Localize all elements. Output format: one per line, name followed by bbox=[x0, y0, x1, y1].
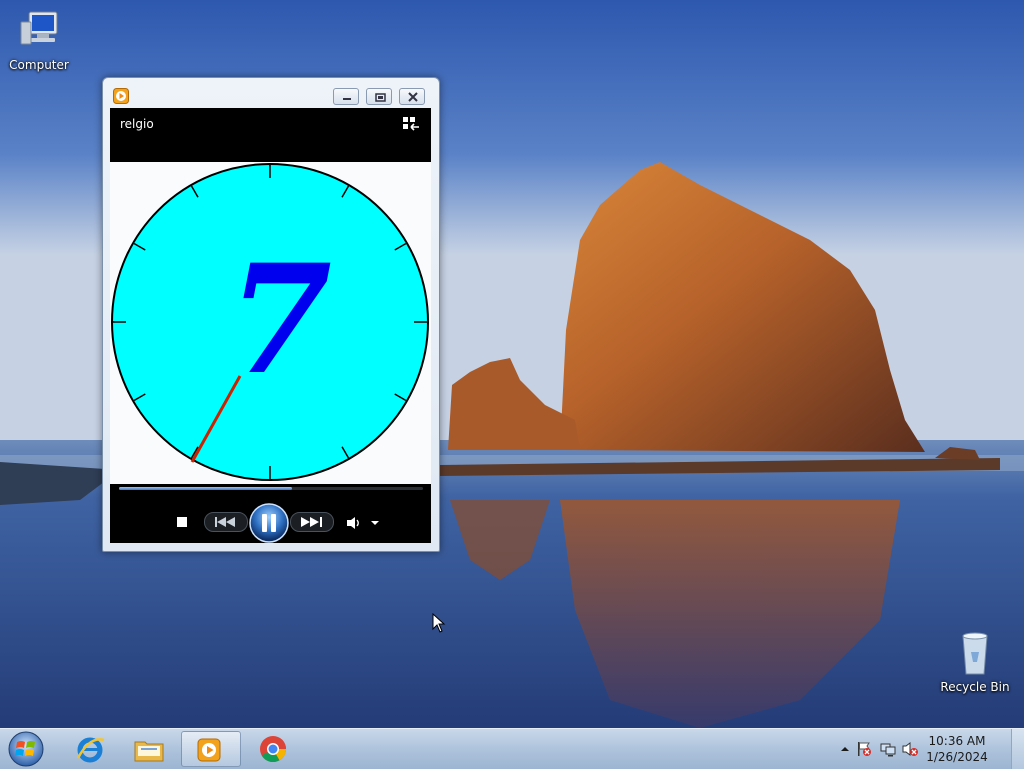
pause-button[interactable] bbox=[248, 502, 290, 543]
show-hidden-icons-button[interactable] bbox=[840, 741, 850, 757]
seek-bar[interactable] bbox=[119, 487, 423, 490]
volume-icon bbox=[347, 517, 359, 529]
clock-date: 1/26/2024 bbox=[926, 750, 988, 764]
network-icon bbox=[880, 743, 896, 757]
restore-icon bbox=[375, 93, 386, 102]
close-icon bbox=[408, 92, 418, 102]
desktop-icon-computer[interactable]: Computer bbox=[1, 8, 77, 72]
volume-muted-icon bbox=[902, 742, 918, 756]
title-bar[interactable] bbox=[103, 78, 439, 108]
minimize-button[interactable] bbox=[333, 88, 359, 105]
action-center-icon[interactable] bbox=[856, 741, 872, 757]
system-clock[interactable]: 10:36 AM 1/26/2024 bbox=[922, 733, 992, 765]
volume-menu-chevron-icon bbox=[371, 521, 379, 525]
taskbar-windows-media-player[interactable] bbox=[181, 731, 241, 767]
media-player-window[interactable]: relgio 7 bbox=[102, 77, 440, 552]
chrome-icon bbox=[260, 736, 287, 763]
taskbar-internet-explorer[interactable] bbox=[62, 731, 118, 767]
restore-button[interactable] bbox=[366, 88, 392, 105]
computer-label: Computer bbox=[9, 58, 69, 72]
seek-bar-progress bbox=[119, 487, 293, 490]
clock-digit: 7 bbox=[228, 232, 332, 408]
previous-button[interactable] bbox=[204, 512, 248, 532]
media-player-icon bbox=[197, 738, 221, 762]
start-button[interactable] bbox=[6, 730, 46, 768]
volume-tray-icon[interactable] bbox=[902, 741, 918, 757]
action-center-flag-icon bbox=[858, 742, 871, 756]
clock-time: 10:36 AM bbox=[928, 734, 986, 748]
network-status-icon[interactable] bbox=[880, 741, 896, 757]
recycle-bin-label: Recycle Bin bbox=[940, 680, 1010, 694]
next-button[interactable] bbox=[290, 512, 334, 532]
recycle-bin-icon bbox=[962, 632, 988, 675]
mouse-cursor-icon bbox=[432, 613, 446, 633]
taskbar-google-chrome[interactable] bbox=[245, 731, 301, 767]
playback-controls bbox=[110, 492, 431, 543]
stop-icon bbox=[177, 517, 187, 527]
switch-to-library-icon[interactable] bbox=[402, 116, 420, 132]
now-playing-title: relgio bbox=[120, 117, 154, 131]
media-player-icon bbox=[113, 88, 129, 104]
volume-menu-button[interactable] bbox=[370, 520, 380, 526]
stop-button[interactable] bbox=[176, 516, 188, 528]
video-area[interactable]: 7 bbox=[110, 162, 431, 484]
minimize-icon bbox=[343, 98, 351, 100]
player-content: relgio 7 bbox=[110, 108, 431, 543]
computer-icon bbox=[20, 11, 58, 45]
volume-button[interactable] bbox=[346, 516, 362, 530]
desktop-icon-recycle-bin[interactable]: Recycle Bin bbox=[937, 630, 1013, 694]
taskbar: 10:36 AM 1/26/2024 bbox=[0, 728, 1024, 769]
show-hidden-icons-chevron-icon bbox=[841, 747, 849, 751]
show-desktop-button[interactable] bbox=[1011, 729, 1024, 769]
folder-icon bbox=[134, 741, 164, 762]
close-button[interactable] bbox=[399, 88, 425, 105]
notification-area: 10:36 AM 1/26/2024 bbox=[834, 729, 1024, 769]
taskbar-windows-explorer[interactable] bbox=[121, 731, 177, 767]
desktop: Computer Recycle Bin relgio 7 bbox=[0, 0, 1024, 728]
clock-face-video: 7 bbox=[111, 163, 429, 481]
internet-explorer-icon bbox=[76, 737, 105, 763]
